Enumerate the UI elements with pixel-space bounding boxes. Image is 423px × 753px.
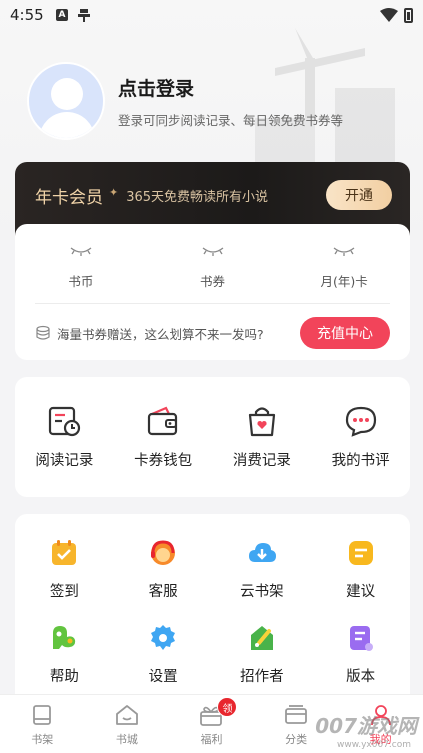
tool-label: 客服	[148, 584, 178, 600]
a-notification-icon: A	[56, 9, 68, 21]
vip-title: 年卡会员	[35, 188, 103, 208]
quick-consumption-record[interactable]: 消费记录	[213, 405, 312, 497]
sparkle-icon: ✦	[109, 186, 119, 199]
hidden-value-icon	[69, 244, 93, 258]
checkin-icon	[49, 538, 79, 568]
wifi-icon	[380, 8, 398, 22]
tool-label: 招作者	[240, 669, 284, 685]
login-subtitle: 登录可同步阅读记录、每日领免费书券等	[118, 112, 344, 128]
nav-label: 福利	[200, 733, 223, 746]
nav-label: 书城	[115, 733, 138, 746]
notification-icon	[76, 7, 92, 23]
login-title[interactable]: 点击登录	[118, 74, 343, 101]
quick-actions-card: 阅读记录 卡券钱包 消费记录 我的书评	[15, 377, 410, 497]
bookstore-icon	[114, 703, 140, 727]
tool-help[interactable]: 帮助	[15, 623, 114, 686]
avatar[interactable]	[27, 62, 105, 140]
asset-label: 书券	[200, 274, 226, 289]
hidden-value-icon	[332, 244, 356, 258]
tools-card: 签到 客服 云书架 建议 帮助 设置 招作者 版本	[15, 514, 410, 714]
asset-label: 书币	[68, 274, 94, 289]
help-icon	[49, 623, 79, 653]
quick-label: 卡券钱包	[134, 453, 193, 469]
assets-card: 书币 书券 月(年)卡 海量书券赠送，这么划算不来一发吗? 充值中心	[15, 224, 410, 360]
tool-checkin[interactable]: 签到	[15, 538, 114, 601]
nav-bookshelf[interactable]: 书架	[0, 695, 85, 753]
hidden-value-icon	[201, 244, 225, 258]
tool-cloud-shelf[interactable]: 云书架	[213, 538, 312, 601]
asset-label: 月(年)卡	[320, 274, 368, 289]
asset-vouchers[interactable]: 书券	[147, 244, 279, 290]
settings-gear-icon	[148, 623, 178, 653]
nav-label: 分类	[285, 733, 308, 746]
coins-stack-icon	[35, 325, 51, 341]
bottom-nav: 书架 书城 领 福利 分类 我的 007游戏网 www.yx007.com	[0, 694, 423, 753]
nav-label: 书架	[31, 733, 54, 746]
welfare-badge: 领	[217, 697, 238, 717]
nav-welfare[interactable]: 领 福利	[169, 695, 254, 753]
status-bar: 4:55 A	[0, 0, 423, 30]
tool-label: 建议	[346, 584, 376, 600]
watermark: 007游戏网	[315, 714, 417, 738]
tool-settings[interactable]: 设置	[114, 623, 213, 686]
quick-wallet[interactable]: 卡券钱包	[114, 405, 213, 497]
suggestion-icon	[346, 538, 376, 568]
bookshelf-icon	[30, 703, 54, 727]
quick-my-reviews[interactable]: 我的书评	[311, 405, 410, 497]
tool-version[interactable]: 版本	[311, 623, 410, 686]
vip-open-button[interactable]: 开通	[326, 180, 392, 210]
reading-record-icon	[47, 405, 81, 437]
tool-label: 设置	[148, 669, 178, 685]
quick-label: 消费记录	[232, 453, 291, 469]
version-icon	[346, 623, 376, 653]
promo-text: 海量书券赠送，这么划算不来一发吗?	[57, 326, 264, 342]
divider	[35, 303, 390, 304]
wallet-icon	[146, 405, 180, 437]
status-time: 4:55	[10, 6, 44, 24]
customer-service-icon	[148, 538, 178, 568]
tool-label: 版本	[346, 669, 376, 685]
quick-label: 我的书评	[331, 453, 390, 469]
nav-bookstore[interactable]: 书城	[85, 695, 170, 753]
tool-recruit-author[interactable]: 招作者	[213, 623, 312, 686]
asset-coins[interactable]: 书币	[15, 244, 147, 290]
shopping-bag-icon	[245, 405, 279, 437]
quick-reading-record[interactable]: 阅读记录	[15, 405, 114, 497]
tool-label: 签到	[49, 584, 79, 600]
promo-row: 海量书券赠送，这么划算不来一发吗? 充值中心	[35, 316, 390, 350]
comment-icon	[344, 405, 378, 437]
tool-label: 帮助	[49, 669, 79, 685]
profile-section[interactable]: 点击登录 登录可同步阅读记录、每日领免费书券等	[27, 62, 343, 140]
vip-subtitle: 365天免费畅读所有小说	[126, 190, 269, 205]
asset-card[interactable]: 月(年)卡	[278, 244, 410, 290]
recruit-author-icon	[247, 623, 277, 653]
tool-customer-service[interactable]: 客服	[114, 538, 213, 601]
recharge-center-button[interactable]: 充值中心	[300, 317, 390, 349]
watermark-url: www.yx007.com	[336, 740, 411, 750]
battery-icon	[404, 7, 413, 23]
tool-suggestion[interactable]: 建议	[311, 538, 410, 601]
cloud-download-icon	[247, 538, 277, 568]
category-icon	[283, 703, 309, 727]
tool-label: 云书架	[240, 584, 284, 600]
quick-label: 阅读记录	[35, 453, 94, 469]
